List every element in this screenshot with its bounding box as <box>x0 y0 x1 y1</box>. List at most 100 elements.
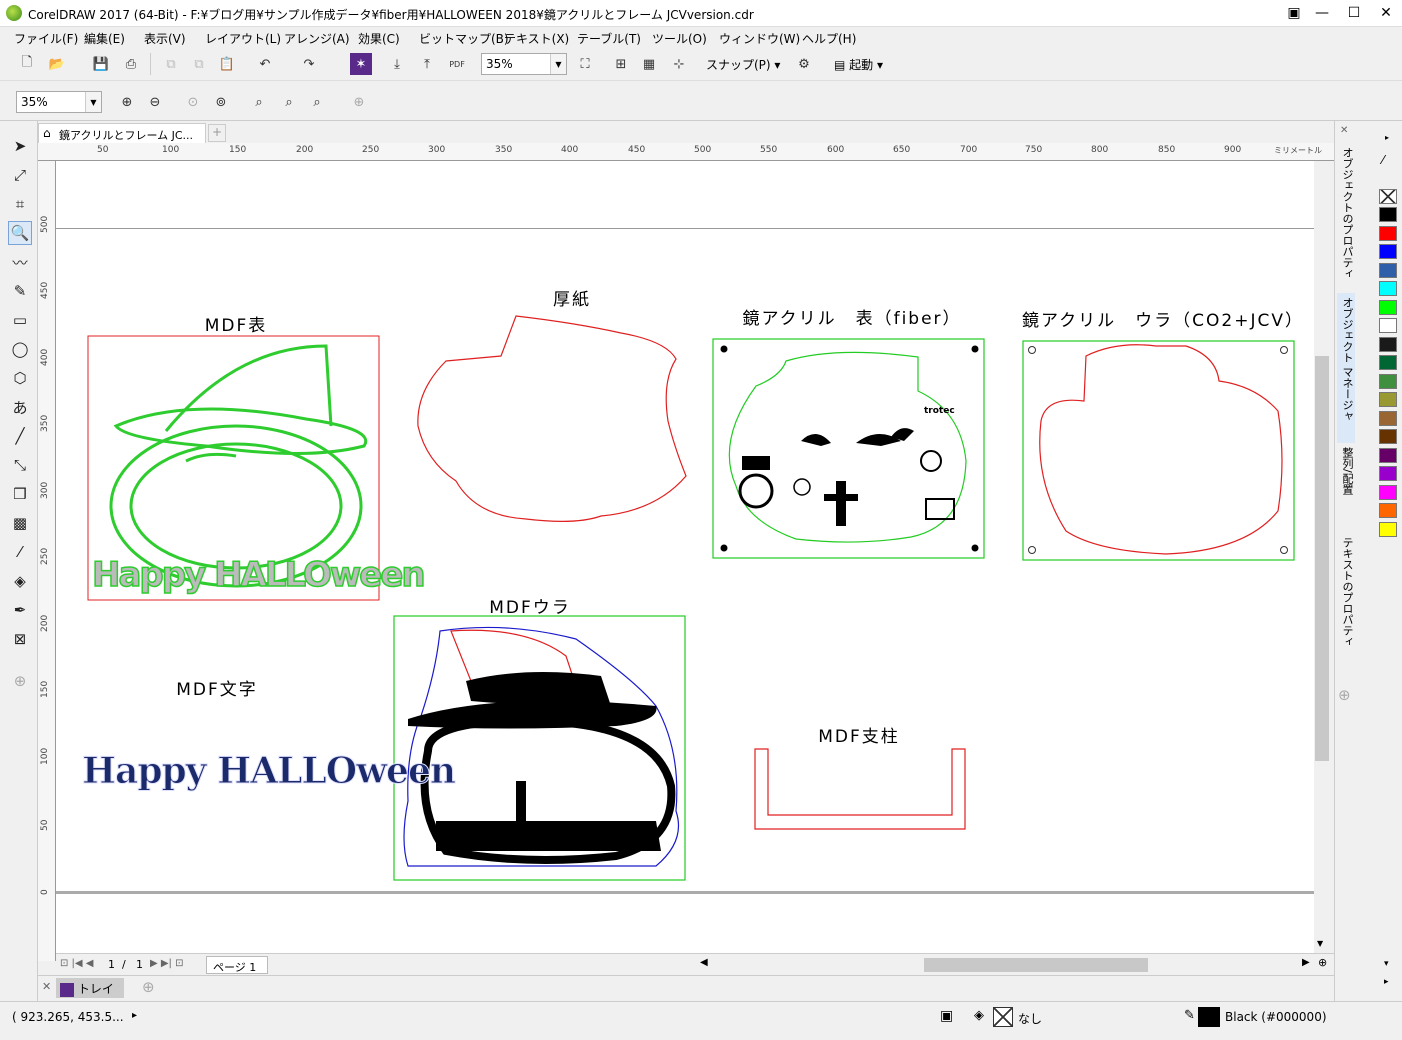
menu-effects[interactable]: 効果(C) <box>358 30 400 47</box>
color-swatch[interactable] <box>1379 207 1397 222</box>
cut-icon[interactable]: ⧉ <box>160 53 182 75</box>
zoom-page-height-icon[interactable]: ⌕ <box>306 91 328 113</box>
fill-indicator-icon[interactable]: ◈ <box>974 1008 984 1023</box>
drawing-canvas[interactable]: MDF表 厚紙 鏡アクリル 表（fiber） 鏡アクリル ウラ（CO2+JCV）… <box>56 161 1314 953</box>
color-swatch[interactable] <box>1379 429 1397 444</box>
close-button[interactable]: ✕ <box>1368 0 1402 26</box>
mdf-text-art[interactable]: Happy HALLOween <box>82 750 458 793</box>
color-swatch[interactable] <box>1379 281 1397 296</box>
add-tray-icon[interactable]: ⊕ <box>142 978 155 996</box>
zoom-out-icon[interactable]: ⊖ <box>144 91 166 113</box>
page-tab[interactable]: ページ 1 <box>206 956 268 974</box>
docker-object-manager[interactable]: オブジェクト マネージャ <box>1337 293 1355 443</box>
minimize-button[interactable]: — <box>1304 0 1340 26</box>
acrylic-front-outline[interactable] <box>728 351 967 543</box>
launch-dropdown[interactable]: ▤ 起動 ▾ <box>834 56 883 73</box>
print-icon[interactable]: ⎙ <box>120 53 142 75</box>
home-icon[interactable]: ⌂ <box>43 126 51 140</box>
zoom-all-objects-icon[interactable]: ⊚ <box>210 91 232 113</box>
color-swatch[interactable] <box>1379 262 1397 278</box>
mdf-support-outline[interactable] <box>754 748 966 830</box>
interactive-fill-icon[interactable]: ◈ <box>8 569 32 593</box>
palette-expand-icon[interactable]: ▸ <box>1384 977 1389 987</box>
color-swatch[interactable] <box>1379 466 1397 481</box>
scroll-down-icon[interactable]: ▼ <box>1317 939 1323 948</box>
expand-status-icon[interactable]: ▸ <box>132 1010 137 1021</box>
chevron-down-icon[interactable]: ▼ <box>85 92 101 112</box>
document-tab[interactable]: ⌂ 鏡アクリルとフレーム JC... <box>38 123 206 143</box>
zoom-level-combo[interactable]: 35% ▼ <box>481 53 567 75</box>
save-icon[interactable]: 💾 <box>90 53 112 75</box>
color-swatch[interactable] <box>1379 484 1397 500</box>
color-swatch[interactable] <box>1379 410 1397 426</box>
tray-tab[interactable]: トレイ <box>56 978 124 998</box>
export-icon[interactable]: ⤒ <box>416 53 438 75</box>
maximize-button[interactable]: ☐ <box>1336 0 1372 26</box>
pick-tool-icon[interactable]: ➤ <box>8 134 32 158</box>
menu-arrange[interactable]: アレンジ(A) <box>284 30 350 47</box>
ellipse-tool-icon[interactable]: ◯ <box>8 337 32 361</box>
close-tray-icon[interactable]: ✕ <box>42 980 51 993</box>
mesh-fill-icon[interactable]: ⊠ <box>8 627 32 651</box>
zoom-navigator-icon[interactable]: ⊕ <box>1318 956 1327 969</box>
scroll-right-icon[interactable]: ▶ <box>1302 957 1310 968</box>
full-screen-icon[interactable]: ⛶ <box>574 53 596 75</box>
color-swatch[interactable] <box>1379 447 1397 463</box>
show-guidelines-icon[interactable]: ⊹ <box>668 53 690 75</box>
zoom-to-page-icon[interactable]: ⌕ <box>248 91 270 113</box>
undo-icon[interactable]: ↶ <box>254 53 276 75</box>
menu-layout[interactable]: レイアウト(L) <box>205 30 281 47</box>
menu-table[interactable]: テーブル(T) <box>577 30 641 47</box>
transparency-tool-icon[interactable]: ▩ <box>8 511 32 535</box>
menu-help[interactable]: ヘルプ(H) <box>802 30 856 47</box>
color-swatch[interactable] <box>1379 392 1397 407</box>
paste-icon[interactable]: 📋 <box>216 53 238 75</box>
cardboard-outline[interactable] <box>417 315 687 522</box>
color-swatch[interactable] <box>1379 373 1397 389</box>
docker-object-properties[interactable]: オブジェクトのプロパティ <box>1337 143 1355 293</box>
color-swatch[interactable] <box>1379 318 1397 333</box>
polygon-tool-icon[interactable]: ⬡ <box>8 366 32 390</box>
options-gear-icon[interactable]: ⚙ <box>793 53 815 75</box>
rectangle-tool-icon[interactable]: ▭ <box>8 308 32 332</box>
acrylic-front-bounds[interactable] <box>712 338 985 559</box>
page-nav-last-icon[interactable]: ▶ ▶| ⊡ <box>150 958 184 969</box>
horizontal-ruler[interactable]: 50 100 150 200 250 300 350 400 450 500 5… <box>38 143 1334 161</box>
zoom-in-icon[interactable]: ⊕ <box>116 91 138 113</box>
vertical-scrollbar[interactable]: ▼ <box>1314 161 1330 953</box>
zoom-tool-icon[interactable]: 🔍 <box>8 221 32 245</box>
drop-shadow-icon[interactable]: ❒ <box>8 482 32 506</box>
palette-eyedropper-icon[interactable]: ⁄ <box>1382 153 1384 167</box>
menu-window[interactable]: ウィンドウ(W) <box>719 30 800 47</box>
new-tab-icon[interactable]: + <box>208 124 226 142</box>
color-swatch[interactable] <box>1379 503 1397 518</box>
color-swatch[interactable] <box>1379 225 1397 241</box>
vertical-ruler[interactable]: 500 450 400 350 300 250 200 150 100 50 0 <box>38 161 56 961</box>
color-swatch[interactable] <box>1379 355 1397 370</box>
export-pdf-icon[interactable]: PDF <box>446 53 468 75</box>
horizontal-scroll-thumb[interactable] <box>924 958 1148 972</box>
outline-color-swatch[interactable] <box>1198 1007 1220 1027</box>
acrylic-back-outline[interactable] <box>1039 344 1283 555</box>
import-icon[interactable]: ⤓ <box>386 53 408 75</box>
menu-view[interactable]: 表示(V) <box>144 30 186 47</box>
add-tool-icon[interactable]: ⊕ <box>8 669 32 693</box>
new-document-icon[interactable]: 🗋 <box>16 53 38 75</box>
connector-tool-icon[interactable]: ⤡ <box>8 453 32 477</box>
color-proof-icon[interactable]: ▣ <box>940 1008 953 1024</box>
zoom-selected-icon[interactable]: ⊙ <box>182 91 204 113</box>
menu-file[interactable]: ファイル(F) <box>14 30 78 47</box>
snap-to-dropdown[interactable]: スナップ(P) ▾ <box>706 56 780 73</box>
smart-fill-icon[interactable]: ✒ <box>8 598 32 622</box>
menu-bitmaps[interactable]: ビットマップ(B) <box>419 30 509 47</box>
docker-text-properties[interactable]: テキストのプロパティ <box>1337 533 1355 673</box>
scroll-left-icon[interactable]: ◀ <box>700 957 708 968</box>
show-rulers-icon[interactable]: ⊞ <box>610 53 632 75</box>
freehand-tool-icon[interactable]: 〰 <box>8 250 32 274</box>
vertical-scroll-thumb[interactable] <box>1315 356 1329 761</box>
zoom-combo[interactable]: 35% ▼ <box>16 91 102 113</box>
docker-align-distribute[interactable]: 整列/配置 <box>1337 443 1355 523</box>
show-grid-icon[interactable]: ▦ <box>638 53 660 75</box>
shape-tool-icon[interactable]: ⤢ <box>8 163 32 187</box>
zoom-page-width-icon[interactable]: ⌕ <box>278 91 300 113</box>
